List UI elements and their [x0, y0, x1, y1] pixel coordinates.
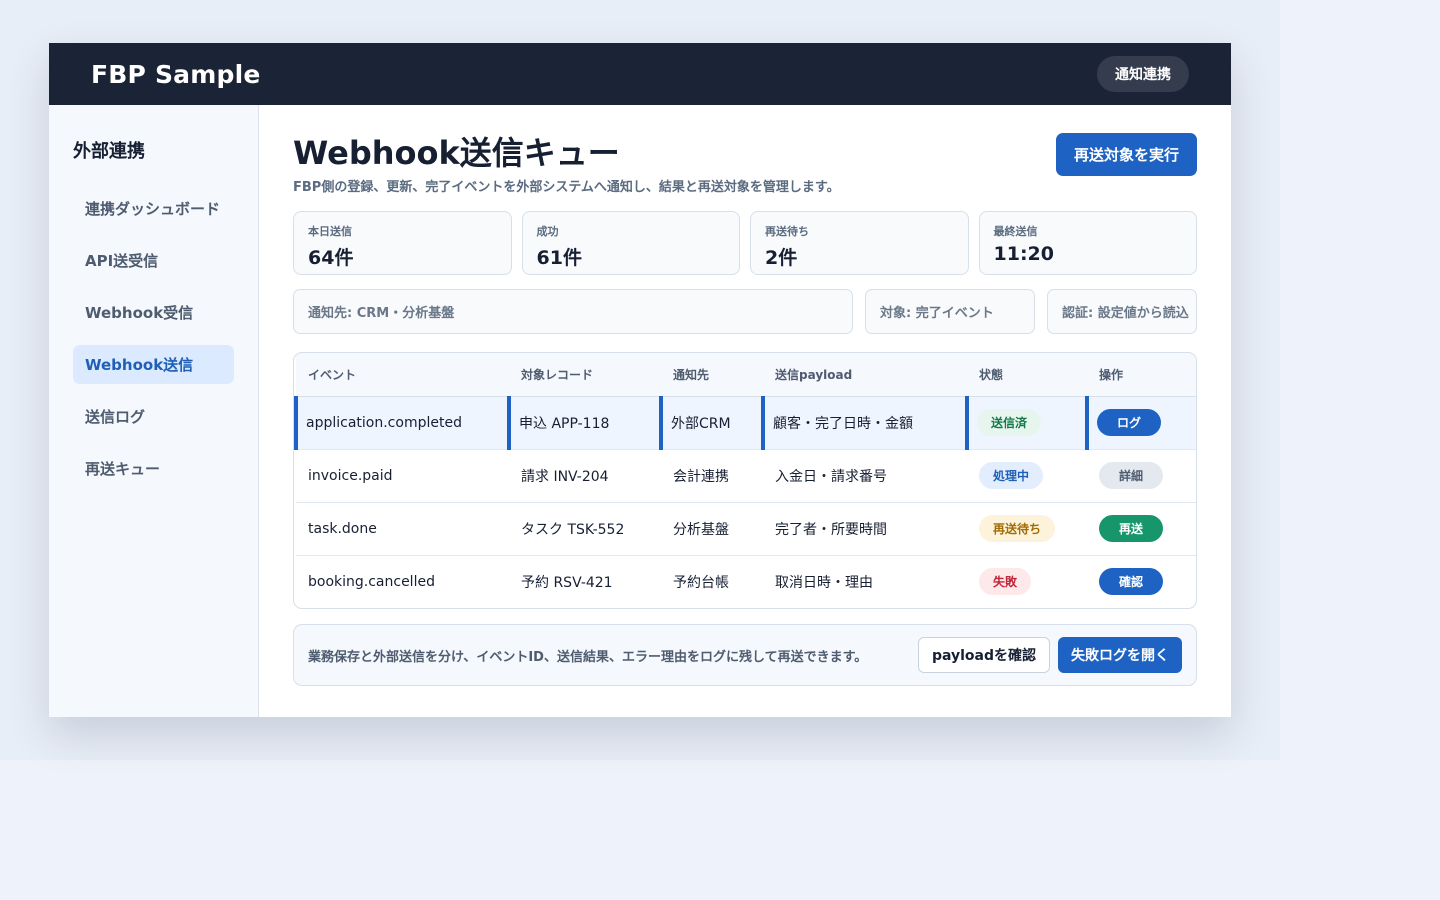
- sidebar-item-dashboard[interactable]: 連携ダッシュボード: [73, 189, 234, 228]
- table-row[interactable]: booking.cancelled 予約 RSV-421 予約台帳 取消日時・理…: [296, 555, 1196, 608]
- column-header-destination: 通知先: [661, 353, 763, 397]
- column-header-action: 操作: [1087, 353, 1196, 397]
- payload-cell: 完了者・所要時間: [763, 502, 967, 556]
- event-cell: task.done: [296, 502, 509, 556]
- stat-value: 11:20: [993, 243, 1054, 265]
- status-cell: 再送待ち: [967, 502, 1087, 556]
- table-header-row: イベント 対象レコード 通知先 送信payload 状態 操作: [296, 353, 1196, 397]
- notification-integration-button[interactable]: 通知連携: [1097, 56, 1189, 92]
- status-cell: 送信済: [965, 396, 1087, 450]
- confirm-button[interactable]: 確認: [1099, 568, 1163, 596]
- event-cell: application.completed: [294, 396, 509, 450]
- status-badge: 送信済: [977, 409, 1042, 436]
- page-subtitle: FBP側の登録、更新、完了イベントを外部システムへ通知し、結果と再送対象を管理し…: [293, 180, 840, 195]
- brand-title: FBP Sample: [91, 59, 261, 89]
- auth-filter[interactable]: 認証: 設定値から読込: [1047, 289, 1197, 334]
- status-cell: 処理中: [967, 449, 1087, 503]
- column-header-event: イベント: [296, 353, 509, 397]
- stats-row: 本日送信 64件 成功 61件 再送待ち 2件 最終送信 11:20: [293, 211, 1197, 275]
- page-title: Webhook送信キュー: [293, 134, 620, 172]
- stat-label: 成功: [536, 225, 559, 238]
- record-cell: 予約 RSV-421: [521, 574, 613, 591]
- column-header-payload: 送信payload: [763, 353, 967, 397]
- action-cell: 確認: [1087, 555, 1196, 608]
- resend-button[interactable]: 再送: [1099, 515, 1163, 542]
- filter-row: 通知先: CRM・分析基盤 対象: 完了イベント 認証: 設定値から読込: [293, 289, 1197, 334]
- column-header-record: 対象レコード: [509, 353, 661, 397]
- sidebar-item-retry-queue[interactable]: 再送キュー: [73, 449, 234, 488]
- top-bar: FBP Sample 通知連携: [49, 43, 1231, 105]
- stat-card-today: 本日送信 64件: [293, 211, 512, 275]
- stat-card-waiting: 再送待ち 2件: [750, 211, 969, 275]
- table-row[interactable]: task.done タスク TSK-552 分析基盤 完了者・所要時間 再送待ち…: [296, 502, 1196, 556]
- record-cell: 請求 INV-204: [509, 449, 661, 503]
- sidebar-item-webhook-receive[interactable]: Webhook受信: [73, 293, 234, 332]
- event-cell: booking.cancelled: [308, 573, 435, 590]
- status-badge: 処理中: [979, 462, 1044, 489]
- stat-label: 再送待ち: [765, 225, 809, 238]
- webhook-queue-table: イベント 対象レコード 通知先 送信payload 状態 操作 applicat…: [293, 352, 1197, 609]
- run-retry-button[interactable]: 再送対象を実行: [1055, 133, 1197, 176]
- stat-label: 最終送信: [993, 225, 1038, 238]
- stat-value: 64件: [308, 247, 354, 269]
- sidebar-item-webhook-send[interactable]: Webhook送信: [73, 345, 234, 384]
- target-filter[interactable]: 対象: 完了イベント: [865, 289, 1035, 334]
- record-cell: 申込 APP-118: [507, 396, 661, 450]
- open-failure-log-button[interactable]: 失敗ログを開く: [1058, 637, 1182, 673]
- sidebar-title: 外部連携: [73, 141, 145, 162]
- main-content: Webhook送信キュー FBP側の登録、更新、完了イベントを外部システムへ通知…: [259, 105, 1231, 717]
- payload-cell: 取消日時・理由: [775, 574, 873, 591]
- app-window: FBP Sample 通知連携 外部連携 連携ダッシュボード API送受信 We…: [49, 43, 1231, 717]
- action-cell: ログ: [1085, 396, 1196, 450]
- stat-value: 2件: [765, 247, 798, 269]
- sidebar-item-send-log[interactable]: 送信ログ: [73, 397, 234, 436]
- footer-note: 業務保存と外部送信を分け、イベントID、送信結果、エラー理由をログに残して再送で…: [308, 649, 868, 665]
- record-cell: タスク TSK-552: [509, 502, 661, 556]
- stat-card-last-sent: 最終送信 11:20: [978, 211, 1197, 275]
- sidebar-item-api[interactable]: API送受信: [73, 241, 234, 280]
- status-cell: 失敗: [967, 555, 1087, 608]
- action-cell: 再送: [1087, 502, 1196, 556]
- payload-cell: 入金日・請求番号: [763, 449, 967, 503]
- table-row[interactable]: invoice.paid 請求 INV-204 会計連携 入金日・請求番号 処理…: [296, 449, 1196, 503]
- event-cell: invoice.paid: [296, 449, 509, 503]
- status-badge: 再送待ち: [979, 515, 1056, 542]
- payload-cell: 顧客・完了日時・金額: [761, 396, 967, 450]
- destination-cell: 外部CRM: [659, 396, 763, 450]
- destination-cell: 予約台帳: [673, 574, 729, 591]
- action-cell: 詳細: [1087, 449, 1196, 503]
- stat-value: 61件: [536, 247, 582, 269]
- destination-cell: 会計連携: [661, 449, 763, 503]
- table-row[interactable]: application.completed 申込 APP-118 外部CRM 顧…: [294, 396, 1196, 450]
- check-payload-button[interactable]: payloadを確認: [917, 637, 1050, 673]
- stat-card-success: 成功 61件: [521, 211, 740, 275]
- log-button[interactable]: ログ: [1097, 409, 1161, 436]
- destination-cell: 分析基盤: [661, 502, 763, 556]
- destination-filter[interactable]: 通知先: CRM・分析基盤: [293, 289, 853, 334]
- stat-label: 本日送信: [308, 225, 352, 238]
- footer-bar: 業務保存と外部送信を分け、イベントID、送信結果、エラー理由をログに残して再送で…: [293, 624, 1197, 686]
- sidebar: 外部連携 連携ダッシュボード API送受信 Webhook受信 Webhook送…: [49, 105, 259, 717]
- column-header-status: 状態: [967, 353, 1087, 397]
- status-badge: 失敗: [979, 568, 1032, 596]
- detail-button[interactable]: 詳細: [1099, 462, 1163, 489]
